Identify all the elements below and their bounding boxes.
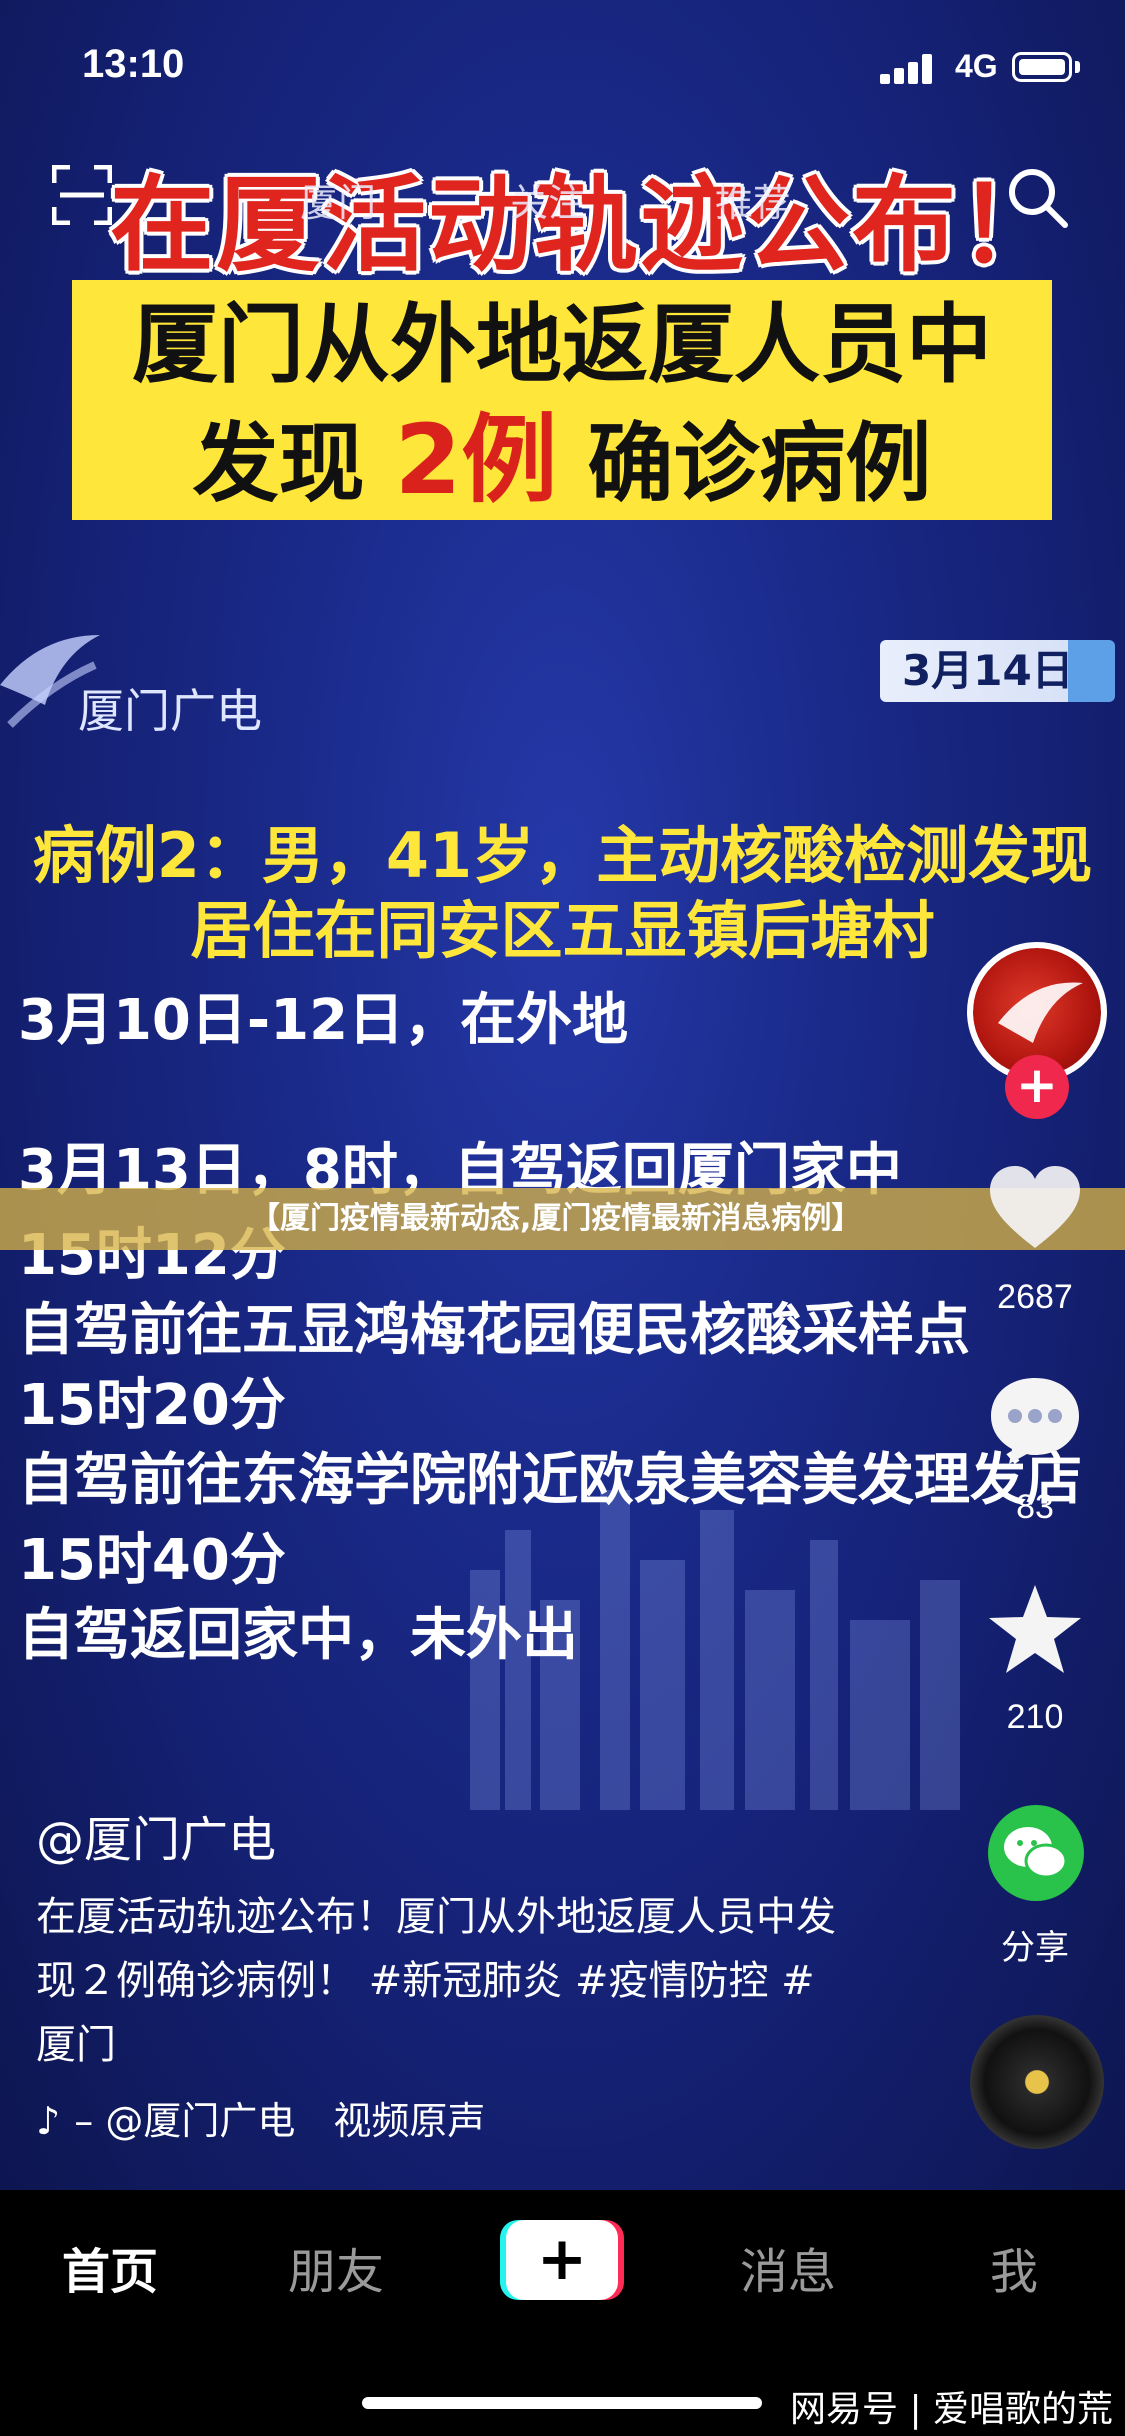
headline-box-line2: 发现 2例 确诊病例 bbox=[72, 388, 1052, 508]
post-author[interactable]: @厦门广电 bbox=[36, 1800, 276, 1870]
comment-icon[interactable] bbox=[985, 1370, 1085, 1470]
detail-line: 自驾返回家中，未外出 bbox=[18, 1603, 578, 1668]
post-description: 在厦活动轨迹公布！厦门从外地返厦人员中发现２例确诊病例！ #新冠肺炎 #疫情防控… bbox=[36, 1894, 836, 2068]
battery-icon bbox=[1012, 52, 1072, 82]
headline-box-number: 2例 bbox=[394, 404, 558, 516]
like-heart-icon[interactable] bbox=[985, 1160, 1085, 1260]
detail-line: 15时20分 bbox=[18, 1373, 286, 1438]
music-note-icon: ♪ bbox=[36, 2099, 61, 2143]
follow-button[interactable]: + bbox=[1005, 1055, 1069, 1119]
detail-line: 3月10日-12日，在外地 bbox=[18, 988, 629, 1053]
tab-following[interactable]: 关注 bbox=[510, 172, 586, 227]
comment-count: 83 bbox=[1016, 1488, 1054, 1526]
station-name: 厦门广电 bbox=[78, 684, 262, 738]
detail-line: 15时40分 bbox=[18, 1528, 286, 1593]
tab-home[interactable]: 首页 bbox=[62, 2232, 158, 2302]
case-title-line2: 居住在同安区五显镇后塘村 bbox=[190, 894, 935, 967]
headline-box-pre: 发现 bbox=[192, 414, 365, 514]
status-time: 13:10 bbox=[82, 42, 185, 86]
tab-messages[interactable]: 消息 bbox=[740, 2232, 836, 2302]
headline-box-post: 确诊病例 bbox=[587, 414, 932, 514]
create-post-button[interactable]: + bbox=[500, 2220, 624, 2300]
music-row[interactable]: ♪ – @厦门广电 视频原声 bbox=[36, 2090, 485, 2145]
music-title: – @厦门广电 视频原声 bbox=[74, 2099, 486, 2143]
article-caption-band: 【厦门疫情最新动态,厦门疫情最新消息病例】 bbox=[0, 1188, 1125, 1250]
signal-icon bbox=[880, 52, 940, 84]
home-indicator[interactable] bbox=[362, 2397, 762, 2409]
favorite-star-icon[interactable] bbox=[985, 1580, 1085, 1680]
tab-me[interactable]: 我 bbox=[990, 2232, 1038, 2302]
like-count: 2687 bbox=[997, 1278, 1073, 1316]
headline-box: 厦门从外地返厦人员中 发现 2例 确诊病例 bbox=[72, 280, 1052, 520]
favorite-count: 210 bbox=[1006, 1698, 1064, 1736]
network-type: 4G bbox=[955, 48, 998, 84]
share-label: 分享 bbox=[1001, 1929, 1069, 1967]
tab-recommended[interactable]: 推荐 bbox=[715, 172, 791, 227]
detail-line: 自驾前往东海学院附近欧泉美容美发理发店 bbox=[18, 1448, 1082, 1513]
headline-box-line1: 厦门从外地返厦人员中 bbox=[132, 295, 992, 395]
scan-icon[interactable] bbox=[52, 165, 112, 225]
plus-icon: + bbox=[506, 2220, 618, 2300]
tab-friends[interactable]: 朋友 bbox=[288, 2232, 384, 2302]
share-wechat-icon[interactable] bbox=[988, 1805, 1084, 1901]
source-watermark: 网易号 | 爱唱歌的荒 bbox=[790, 2389, 1114, 2430]
date-badge: 3月14日 bbox=[880, 640, 1115, 702]
tab-local[interactable]: 厦门 bbox=[300, 172, 376, 227]
music-disc-icon[interactable] bbox=[970, 2015, 1104, 2149]
status-bar: 13:10 4G bbox=[0, 0, 1125, 140]
battery-tip bbox=[1075, 61, 1080, 73]
detail-line: 自驾前往五显鸿梅花园便民核酸采样点 bbox=[18, 1298, 970, 1363]
search-icon[interactable] bbox=[1005, 165, 1069, 229]
